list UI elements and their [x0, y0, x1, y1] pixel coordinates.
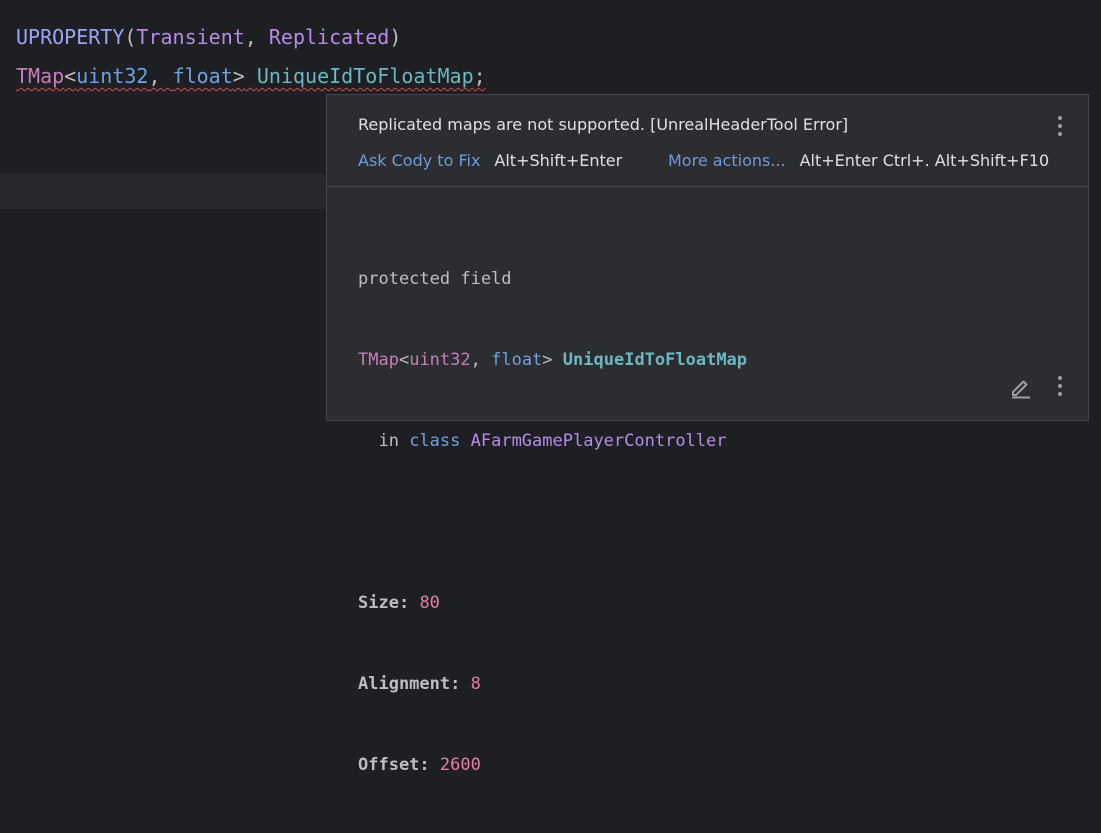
specifier-transient: Transient	[136, 25, 245, 49]
paren-open: (	[124, 25, 137, 49]
sig-t1: uint32	[409, 350, 471, 370]
macro-uproperty: UPROPERTY	[16, 25, 125, 49]
error-squiggle[interactable]: TMap<uint32, float> UniqueIdToFloatMap;	[16, 64, 486, 88]
alignment-label: Alignment:	[358, 674, 461, 694]
vertical-ellipsis-icon[interactable]	[1058, 116, 1062, 136]
in-prefix: in	[358, 431, 410, 451]
doc-owner: in class AFarmGamePlayerController	[358, 428, 747, 455]
in-space	[460, 431, 470, 451]
angle-close: >	[232, 64, 245, 88]
doc-signature: TMap<uint32, float> UniqueIdToFloatMap	[358, 347, 747, 374]
doc-blank	[358, 509, 747, 536]
alignment-value: 8	[470, 674, 481, 694]
field-name: UniqueIdToFloatMap	[256, 64, 474, 88]
sig-type: TMap	[358, 350, 399, 370]
code-line-declaration[interactable]: TMap<uint32, float> UniqueIdToFloatMap;	[16, 62, 486, 90]
more-actions-action: More actions... Alt+Enter Ctrl+. Alt+Shif…	[668, 151, 1049, 170]
sig-gt: >	[542, 350, 553, 370]
pencil-icon[interactable]	[1009, 375, 1033, 399]
semicolon: ;	[473, 64, 486, 88]
vertical-ellipsis-icon[interactable]	[1058, 376, 1062, 396]
shortcut-hint: Alt+Enter Ctrl+. Alt+Shift+F10	[799, 151, 1050, 170]
sig-space	[553, 350, 563, 370]
type-tmap: TMap	[16, 64, 65, 88]
paren-close: )	[389, 25, 402, 49]
more-actions-link[interactable]: More actions...	[668, 151, 786, 170]
shortcut-hint: Alt+Shift+Enter	[494, 151, 623, 170]
sig-comma: ,	[470, 350, 492, 370]
quick-fix-action: Ask Cody to Fix Alt+Shift+Enter	[358, 151, 622, 170]
doc-size: Size: 80	[358, 590, 747, 617]
comma: ,	[148, 64, 173, 88]
ask-cody-to-fix-link[interactable]: Ask Cody to Fix	[358, 151, 480, 170]
comma: ,	[244, 25, 269, 49]
sig-lt: <	[398, 350, 410, 370]
error-tooltip-popup: Replicated maps are not supported. [Unre…	[326, 94, 1089, 775]
size-value: 80	[419, 593, 440, 613]
error-message: Replicated maps are not supported. [Unre…	[358, 115, 849, 134]
sig-name: UniqueIdToFloatMap	[562, 350, 748, 370]
specifier-replicated: Replicated	[268, 25, 390, 49]
in-keyword: class	[409, 431, 461, 451]
angle-open: <	[64, 64, 77, 88]
doc-alignment: Alignment: 8	[358, 671, 747, 698]
current-line-highlight	[0, 174, 328, 209]
type-float: float	[172, 64, 233, 88]
documentation-body: protected field TMap<uint32, float> Uniq…	[358, 212, 747, 833]
offset-value: 2600	[439, 755, 481, 775]
doc-kind: protected field	[358, 269, 512, 289]
size-label: Size:	[358, 593, 410, 613]
sig-t2: float	[491, 350, 543, 370]
popup-header: Replicated maps are not supported. [Unre…	[327, 95, 1088, 187]
type-uint32: uint32	[76, 64, 149, 88]
owner-class-link[interactable]: AFarmGamePlayerController	[471, 431, 727, 451]
code-line-uproperty[interactable]: UPROPERTY(Transient, Replicated)	[16, 23, 401, 51]
doc-offset: Offset: 2600	[358, 752, 747, 779]
offset-label: Offset:	[358, 755, 430, 775]
